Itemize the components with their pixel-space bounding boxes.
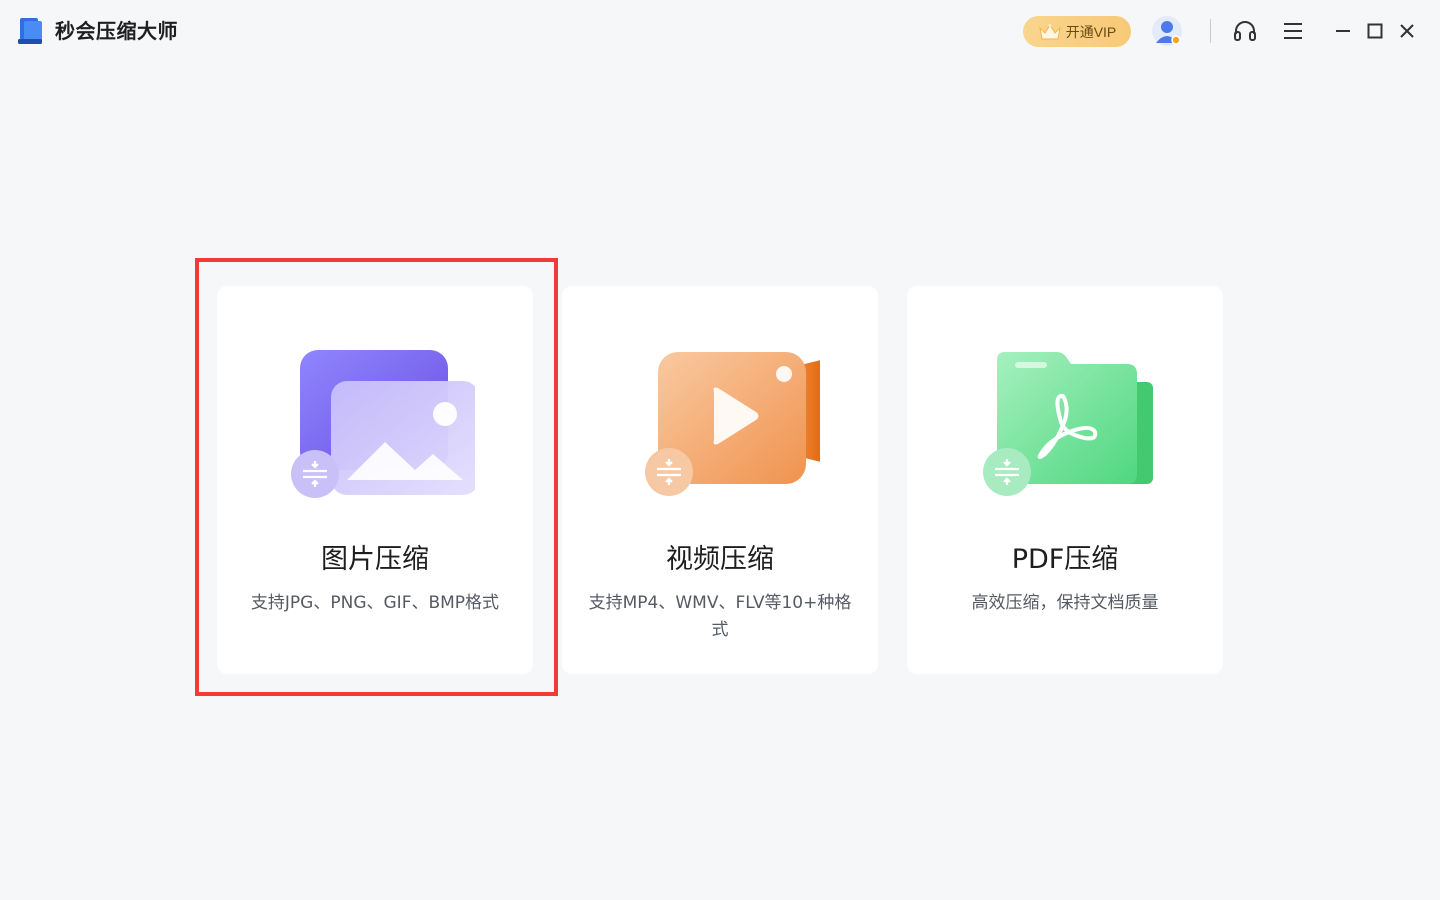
hamburger-menu-icon [1284,23,1302,39]
pdf-compress-card[interactable]: PDF压缩 高效压缩，保持文档质量 [907,286,1223,674]
minimize-icon [1336,30,1350,32]
titlebar-divider [1210,19,1211,43]
crown-icon [1038,23,1061,39]
headset-icon [1234,21,1256,41]
app-title: 秒会压缩大师 [55,19,178,43]
close-button[interactable] [1393,17,1421,45]
card-description: 支持JPG、PNG、GIF、BMP格式 [250,593,500,613]
user-avatar-icon[interactable] [1151,15,1183,47]
video-compress-card[interactable]: 视频压缩 支持MP4、WMV、FLV等10+种格式 [562,286,878,674]
image-compress-icon [291,350,475,498]
open-vip-label: 开通VIP [1065,23,1117,40]
card-title: PDF压缩 [1011,544,1119,575]
pdf-compress-icon [983,352,1153,496]
image-compress-card[interactable]: 图片压缩 支持JPG、PNG、GIF、BMP格式 [217,286,533,674]
app-logo-icon [18,18,42,44]
maximize-button[interactable] [1361,17,1389,45]
card-description: 高效压缩，保持文档质量 [971,593,1159,613]
card-title: 视频压缩 [666,544,774,575]
maximize-icon [1367,23,1383,39]
close-icon [1400,24,1414,38]
customer-support-button[interactable] [1231,17,1259,45]
main-menu-button[interactable] [1279,17,1307,45]
card-description: 支持MP4、WMV、FLV等10+种格式 [588,593,852,640]
app-window: 秒会压缩大师 开通VIP 图片压缩 支持JPG、PNG、GIF、BMP格式 视频… [0,0,1440,900]
title-bar: 秒会压缩大师 开通VIP [0,0,1440,62]
minimize-button[interactable] [1329,17,1357,45]
video-compress-icon [645,352,820,496]
card-title: 图片压缩 [321,544,429,575]
open-vip-button[interactable]: 开通VIP [1023,16,1131,47]
